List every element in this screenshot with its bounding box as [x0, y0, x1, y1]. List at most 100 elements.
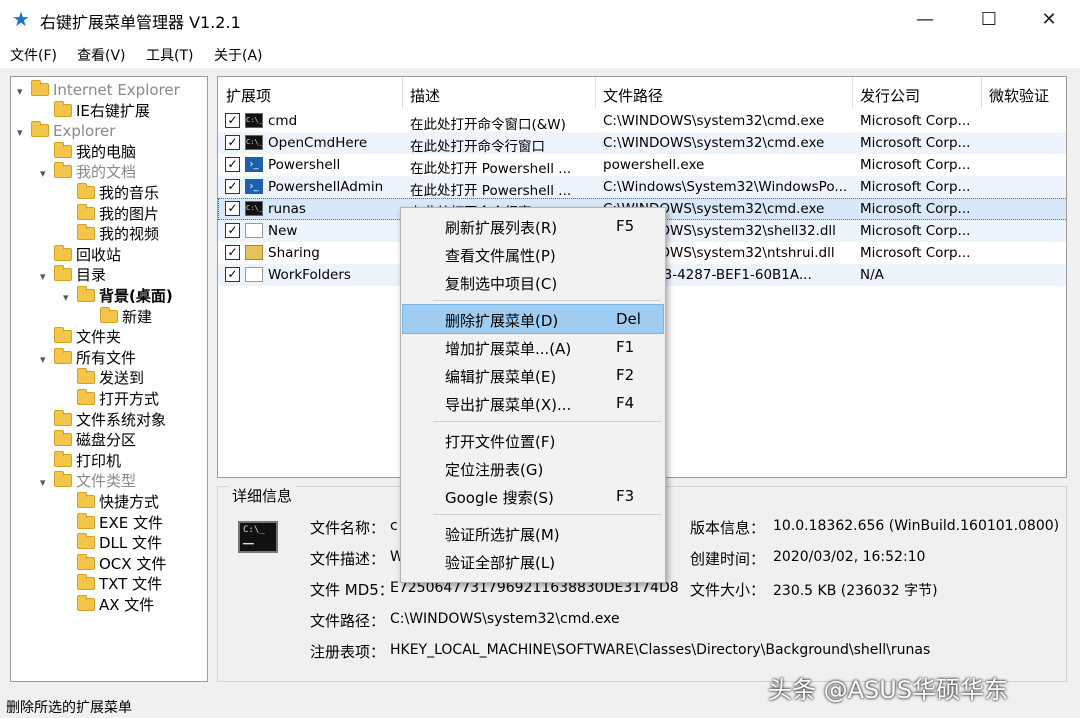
expand-arrow-icon[interactable]: ▾ [40, 473, 54, 493]
folder-icon [77, 595, 95, 611]
context-menu-item[interactable]: 删除扩展菜单(D) Del [402, 304, 664, 334]
context-menu-item[interactable]: 打开文件位置(F) [403, 426, 663, 454]
tree-node-label: 我的视频 [99, 225, 160, 244]
cell-description: 在此处打开命令窗口(&W) [410, 117, 566, 133]
row-checkbox[interactable]: ✓ [225, 179, 240, 194]
folder-icon [77, 574, 95, 591]
table-row[interactable]: ✓ ›_ Powershell 在此处打开 Powershell ... powersh… [218, 154, 1066, 177]
menu-separator [433, 421, 661, 422]
tree-node[interactable]: 我的视频 [63, 224, 159, 244]
tree-node-label: 我的图片 [99, 204, 160, 223]
tree-node[interactable]: ▾ 背景(桌面) [63, 286, 173, 306]
folder-icon [77, 224, 95, 241]
menu-tools[interactable]: 工具(T) [146, 45, 193, 65]
cell-company: N/A [860, 267, 884, 283]
tree-node[interactable]: EXE 文件 [63, 512, 163, 533]
close-button[interactable]: ✕ [1018, 0, 1080, 40]
folder-icon [54, 141, 72, 158]
column-header-extension[interactable]: 扩展项 [226, 85, 271, 106]
tree-node-label: 打开方式 [99, 390, 160, 408]
expand-arrow-icon[interactable]: ▾ [40, 267, 54, 287]
tree-node[interactable]: DLL 文件 [63, 533, 162, 553]
context-menu-item[interactable]: 刷新扩展列表(R) F5 [403, 212, 663, 240]
column-header-description[interactable]: 描述 [410, 85, 440, 106]
context-menu-item[interactable]: 验证全部扩展(L) [403, 547, 663, 575]
cell-description: 在此处打开命令行窗口 [410, 139, 545, 155]
tree-node[interactable]: OCX 文件 [63, 553, 166, 574]
tree-node[interactable]: TXT 文件 [63, 574, 162, 594]
row-checkbox[interactable]: ✓ [225, 157, 240, 172]
title-bar: ★ 右键扩展菜单管理器 V1.2.1 — ☐ ✕ [0, 0, 1080, 40]
tree-node[interactable]: 打开方式 [63, 389, 159, 409]
tree-node[interactable]: ▾ Explorer [17, 121, 115, 141]
context-menu-item[interactable]: Google 搜索(S) F3 [403, 482, 663, 510]
tree-node-label: 打印机 [76, 451, 122, 470]
folder-icon [77, 492, 95, 508]
tree-node[interactable]: ▾ 所有文件 [40, 347, 136, 370]
context-menu-item[interactable]: 复制选中项目(C) [403, 268, 663, 296]
category-tree[interactable]: ▾ Internet Explorer IE右键扩展 ▾ Explorer 我的电脑 ▾ 我的… [10, 76, 208, 682]
context-menu-item[interactable]: 验证所选扩展(M) [403, 519, 663, 547]
column-header-verified[interactable]: 微软验证 [989, 85, 1049, 106]
context-menu-item[interactable]: 查看文件属性(P) [403, 240, 663, 268]
minimize-button[interactable]: — [894, 0, 956, 40]
tree-node-label: 背景(桌面) [99, 287, 173, 305]
maximize-button[interactable]: ☐ [958, 0, 1020, 40]
expand-arrow-icon[interactable]: ▾ [17, 123, 31, 143]
tree-node[interactable]: ▾ 目录 [40, 265, 106, 285]
tree-node[interactable]: 我的电脑 [40, 141, 137, 162]
column-header-path[interactable]: 文件路径 [603, 85, 663, 106]
context-menu-item[interactable]: 增加扩展菜单...(A) F1 [403, 333, 663, 361]
folder-icon [54, 471, 72, 488]
expand-arrow-icon[interactable]: ▾ [40, 164, 54, 184]
detail-label-desc: 文件描述： [310, 550, 386, 568]
tree-node-label: 我的电脑 [76, 142, 137, 161]
table-row[interactable]: ✓ C:\_ OpenCmdHere 在此处打开命令行窗口 C:\WINDOWS\sys… [218, 132, 1066, 155]
context-menu-item[interactable]: 定位注册表(G) [403, 454, 663, 482]
tree-node-label: Internet Explorer [53, 81, 180, 99]
expand-arrow-icon[interactable]: ▾ [40, 350, 54, 370]
row-checkbox[interactable]: ✓ [225, 267, 240, 282]
row-checkbox[interactable]: ✓ [225, 201, 240, 216]
table-row[interactable]: ✓ ›_ PowershellAdmin 在此处打开 Powershell ... C:… [218, 176, 1066, 199]
menu-item-label: 刷新扩展列表(R) [445, 219, 558, 237]
context-menu-item[interactable]: 导出扩展菜单(X)... F4 [403, 389, 663, 417]
expand-arrow-icon[interactable]: ▾ [63, 288, 77, 308]
tree-node[interactable]: 发送到 [63, 368, 144, 388]
folder-icon [77, 533, 95, 550]
tree-node[interactable]: 打印机 [40, 450, 122, 471]
context-menu: 刷新扩展列表(R) F5 查看文件属性(P) 复制选中项目(C) 删除扩展菜单(D) De… [400, 207, 666, 583]
folder-icon [54, 450, 72, 467]
context-menu-item[interactable]: 编辑扩展菜单(E) F2 [403, 361, 663, 389]
tree-node[interactable]: 文件系统对象 [40, 409, 166, 430]
folder-icon [54, 409, 72, 426]
tree-node[interactable]: 磁盘分区 [40, 430, 136, 450]
cell-company: Microsoft Corp... [860, 157, 971, 173]
tree-node[interactable]: 我的图片 [63, 203, 160, 224]
menu-file[interactable]: 文件(F) [10, 45, 57, 65]
tree-node[interactable]: ▾ 我的文档 [40, 162, 136, 182]
tree-node-label: 发送到 [99, 369, 145, 388]
menu-about[interactable]: 关于(A) [214, 45, 263, 65]
tree-node[interactable]: 新建 [86, 306, 152, 327]
tree-node[interactable]: AX 文件 [63, 595, 154, 615]
cmd-icon: C:\_ [245, 135, 263, 150]
tree-node[interactable]: 回收站 [40, 244, 121, 265]
row-checkbox[interactable]: ✓ [225, 113, 240, 128]
table-row[interactable]: ✓ C:\_ cmd 在此处打开命令窗口(&W) C:\WINDOWS\system32… [218, 110, 1066, 133]
expand-arrow-icon[interactable]: ▾ [17, 82, 31, 102]
tree-node[interactable]: ▾ Internet Explorer [17, 80, 180, 100]
menu-view[interactable]: 查看(V) [77, 45, 126, 65]
tree-node[interactable]: 文件夹 [40, 327, 121, 347]
tree-node[interactable]: 我的音乐 [63, 183, 159, 203]
tree-node-label: TXT 文件 [99, 575, 163, 594]
row-checkbox[interactable]: ✓ [225, 135, 240, 150]
tree-node[interactable]: IE右键扩展 [40, 100, 150, 121]
tree-node[interactable]: 快捷方式 [63, 492, 159, 512]
row-checkbox[interactable]: ✓ [225, 223, 240, 238]
detail-label-size: 文件大小： [690, 581, 766, 599]
menu-item-label: 编辑扩展菜单(E) [445, 368, 557, 386]
row-checkbox[interactable]: ✓ [225, 245, 240, 260]
tree-node[interactable]: ▾ 文件类型 [40, 471, 136, 491]
column-header-company[interactable]: 发行公司 [860, 85, 920, 106]
